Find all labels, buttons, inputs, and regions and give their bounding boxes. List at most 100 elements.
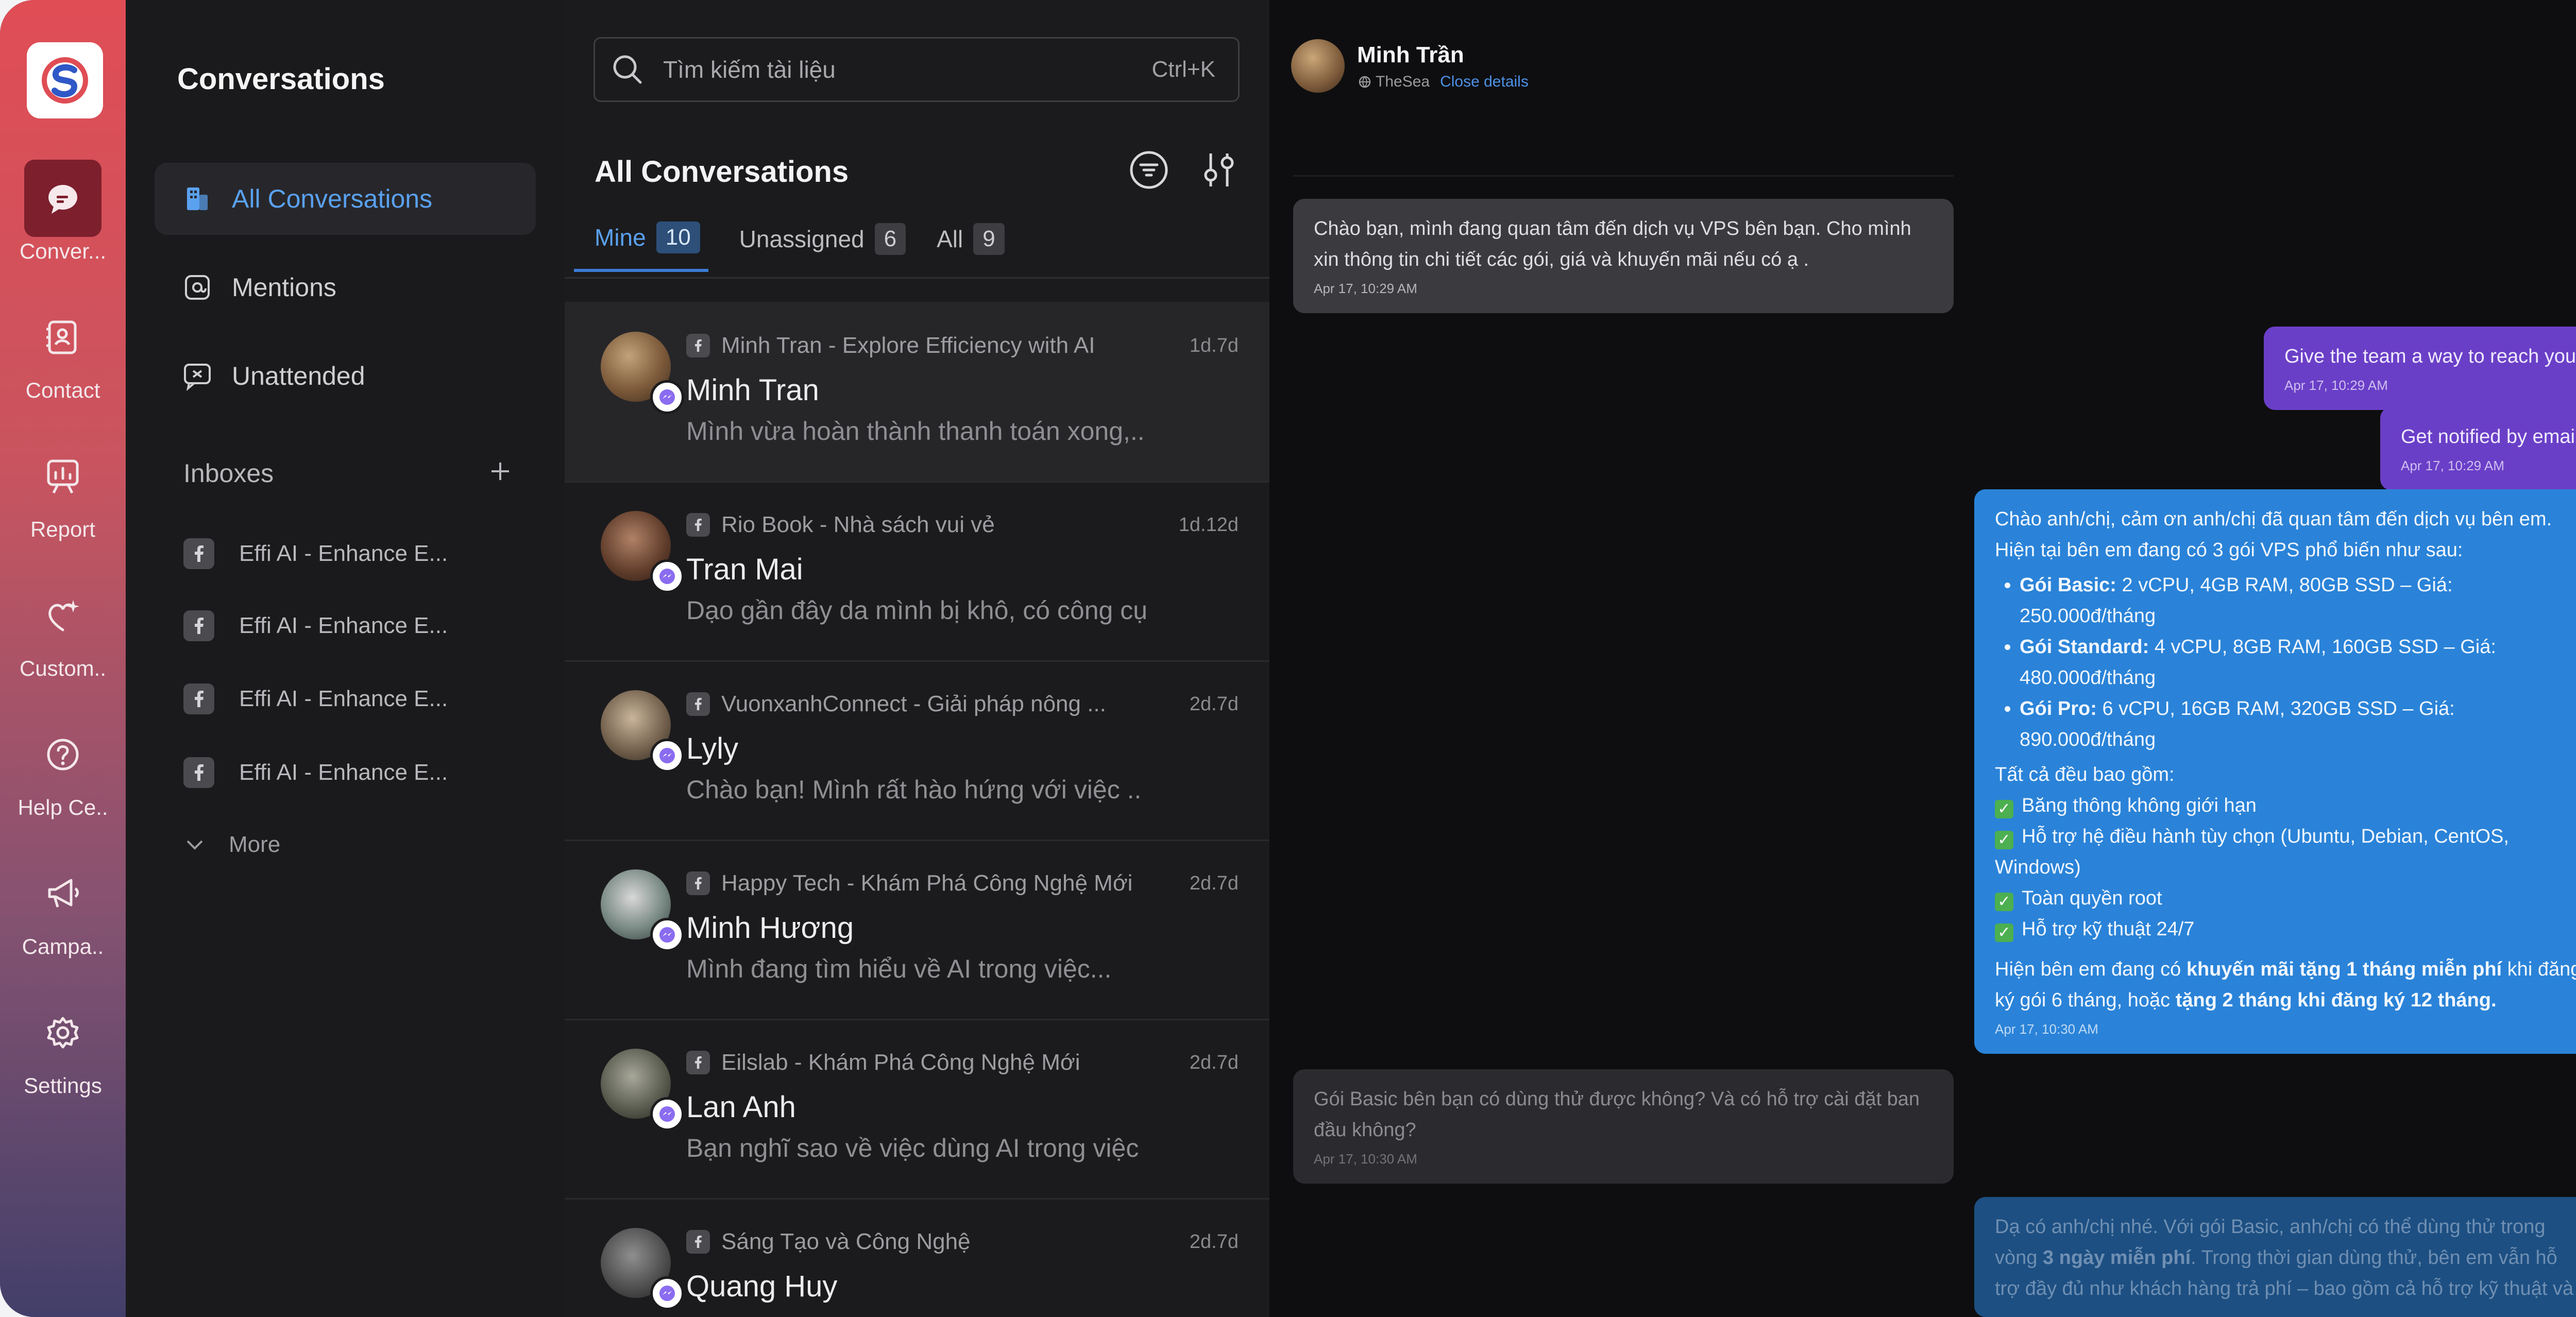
contact-name: Minh Hương (686, 911, 854, 945)
contact-card-icon (24, 299, 101, 376)
filter-icon[interactable] (1128, 149, 1170, 193)
inbox-item[interactable]: Effi AI - Enhance E... (183, 536, 448, 572)
conversation-row[interactable]: Sáng Tạo và Công Nghệ 2d.7d Quang Huy (565, 1198, 1269, 1317)
conversation-row[interactable]: VuonxanhConnect - Giải pháp nông ... 2d.… (565, 660, 1269, 841)
inbox-item[interactable]: Effi AI - Enhance E... (183, 608, 448, 644)
source-label: Eilslab - Khám Phá Công Nghệ Mới (721, 1050, 1080, 1075)
conversation-time: 2d.7d (1189, 873, 1239, 894)
contact-name: Lan Anh (686, 1090, 796, 1124)
add-inbox-icon[interactable] (487, 458, 513, 490)
conversation-row[interactable]: Happy Tech - Khám Phá Công Nghệ Mới 2d.7… (565, 840, 1269, 1020)
conversation-row[interactable]: Rio Book - Nhà sách vui vẻ 1d.12d Tran M… (565, 481, 1269, 662)
tab-all[interactable]: All 9 (937, 223, 1005, 270)
inbox-item[interactable]: Effi AI - Enhance E... (183, 681, 448, 717)
rail-label: Help Ce.. (18, 795, 108, 819)
inbox-label: Effi AI - Enhance E... (239, 760, 448, 785)
conversation-list-panel: Tìm kiếm tài liệu Ctrl+K All Conversatio… (565, 0, 1271, 1317)
inbox-label: Effi AI - Enhance E... (239, 613, 448, 638)
sidebar-title: Conversations (177, 62, 385, 96)
app-logo[interactable] (27, 42, 103, 118)
message-text: Dạ có anh/chị nhé. Với gói Basic, anh/ch… (1995, 1211, 2576, 1304)
message-text: Chào anh/chị, cảm ơn anh/chị đã quan tâm… (1995, 508, 2552, 561)
rail-item-customers[interactable]: Custom.. (0, 577, 126, 681)
logo-icon (42, 57, 88, 104)
tab-count: 10 (656, 221, 700, 253)
messenger-icon (650, 380, 684, 414)
conversation-source: VuonxanhConnect - Giải pháp nông ... (686, 691, 1106, 717)
rail-item-conversations[interactable]: Conver... (0, 160, 126, 264)
rail-item-campaigns[interactable]: Campa.. (0, 855, 126, 959)
plan-item: Gói Basic: 2 vCPU, 4GB RAM, 80GB SSD – G… (2020, 570, 2576, 631)
rail-label: Conver... (19, 239, 107, 263)
facebook-icon (686, 334, 710, 357)
feature-item: ✓ Toàn quyền root (1995, 883, 2576, 914)
incoming-message: Gói Basic bên bạn có dùng thử được không… (1293, 1069, 1954, 1184)
messenger-icon (650, 1276, 684, 1310)
chat-header: Minh Trần TheSea Close details (1269, 0, 2576, 108)
rail-label: Campa.. (22, 934, 104, 959)
contact-name: Minh Tran (686, 373, 819, 407)
message-text: Chào bạn, mình đang quan tâm đến dịch vụ… (1314, 218, 1911, 270)
sliders-icon[interactable] (1198, 149, 1240, 193)
messenger-icon (650, 559, 684, 593)
source-label: Happy Tech - Khám Phá Công Nghệ Mới (721, 870, 1133, 896)
tab-unassigned[interactable]: Unassigned 6 (739, 223, 906, 270)
facebook-icon (686, 871, 710, 895)
conversation-time: 1d.7d (1189, 335, 1239, 356)
inbox-label: Effi AI - Enhance E... (239, 686, 448, 711)
message-text: Give the team a way to reach you. (2284, 346, 2576, 367)
conversation-row[interactable]: Eilslab - Khám Phá Công Nghệ Mới 2d.7d L… (565, 1019, 1269, 1200)
plan-name: Gói Basic: (2020, 574, 2116, 596)
rail-item-contact[interactable]: Contact (0, 299, 126, 403)
conversations-sidebar: Conversations All Conversations Mentions… (126, 0, 566, 1317)
chat-contact-name: Minh Trần (1357, 42, 1464, 67)
avatar (1291, 39, 1345, 93)
last-message: Mình vừa hoàn thành thanh toán xong,.. (686, 417, 1145, 446)
tab-mine[interactable]: Mine 10 (574, 221, 708, 272)
feature-item: ✓ Hỗ trợ kỹ thuật 24/7 (1995, 914, 2576, 945)
promo-text: Hiện bên em đang có khuyến mãi tặng 1 th… (1995, 954, 2576, 1016)
facebook-icon (686, 1051, 710, 1074)
conversation-time: 2d.7d (1189, 693, 1239, 715)
close-details-link[interactable]: Close details (1440, 73, 1529, 91)
inbox-item[interactable]: Effi AI - Enhance E... (183, 755, 448, 791)
sidebar-item-mentions[interactable]: Mentions (155, 251, 536, 323)
tab-label: Unassigned (739, 226, 865, 252)
chevron-down-icon (183, 833, 206, 856)
message-text: Gói Basic bên bạn có dùng thử được không… (1314, 1088, 1920, 1141)
promo-highlight: tặng 2 tháng khi đăng ký 12 tháng. (2175, 989, 2497, 1011)
more-inboxes-toggle[interactable]: More (183, 832, 280, 858)
sidebar-item-all-conversations[interactable]: All Conversations (155, 163, 536, 235)
chat-panel: Minh Trần TheSea Close details Chào bạn,… (1269, 0, 2576, 1317)
rail-item-report[interactable]: Report (0, 438, 126, 542)
tab-count: 6 (874, 223, 906, 255)
list-title: All Conversations (595, 155, 849, 189)
app-window: Conver... Contact Report Custom.. Help C (0, 0, 2576, 1317)
conversation-time: 2d.7d (1189, 1052, 1239, 1073)
outgoing-message: Give the team a way to reach you. Apr 17… (2264, 327, 2576, 410)
bot-message: Dạ có anh/chị nhé. Với gói Basic, anh/ch… (1974, 1197, 2576, 1317)
inboxes-label: Inboxes (183, 459, 274, 488)
tab-label: All (937, 226, 963, 252)
gear-icon (24, 994, 101, 1071)
search-input[interactable]: Tìm kiếm tài liệu Ctrl+K (594, 37, 1240, 102)
sidebar-item-unattended[interactable]: Unattended (155, 340, 536, 412)
search-shortcut: Ctrl+K (1151, 57, 1215, 82)
chat-contact-meta: TheSea Close details (1358, 73, 1529, 91)
rail-label: Contact (25, 378, 100, 402)
last-message: Chào bạn! Mình rất hào hứng với việc .. (686, 775, 1142, 804)
sidebar-item-label: Mentions (232, 273, 336, 302)
message-time: Apr 17, 10:29 AM (2284, 378, 2388, 393)
conversation-row[interactable]: Minh Tran - Explore Efficiency with AI 1… (565, 302, 1269, 483)
incoming-message: Chào bạn, mình đang quan tâm đến dịch vụ… (1293, 199, 1954, 313)
inbox-label: Effi AI - Enhance E... (239, 541, 448, 566)
rail-item-settings[interactable]: Settings (0, 994, 126, 1098)
tabs-divider (565, 277, 1269, 279)
report-chart-icon (24, 438, 101, 515)
search-placeholder: Tìm kiếm tài liệu (663, 56, 836, 83)
last-message: Mình đang tìm hiểu về AI trong việc... (686, 954, 1112, 983)
rail-item-help-center[interactable]: Help Ce.. (0, 716, 126, 820)
inboxes-header: Inboxes (183, 458, 513, 490)
last-message: Dạo gần đây da mình bị khô, có công cụ (686, 596, 1148, 625)
promo-part: Hiện bên em đang có (1995, 959, 2187, 980)
